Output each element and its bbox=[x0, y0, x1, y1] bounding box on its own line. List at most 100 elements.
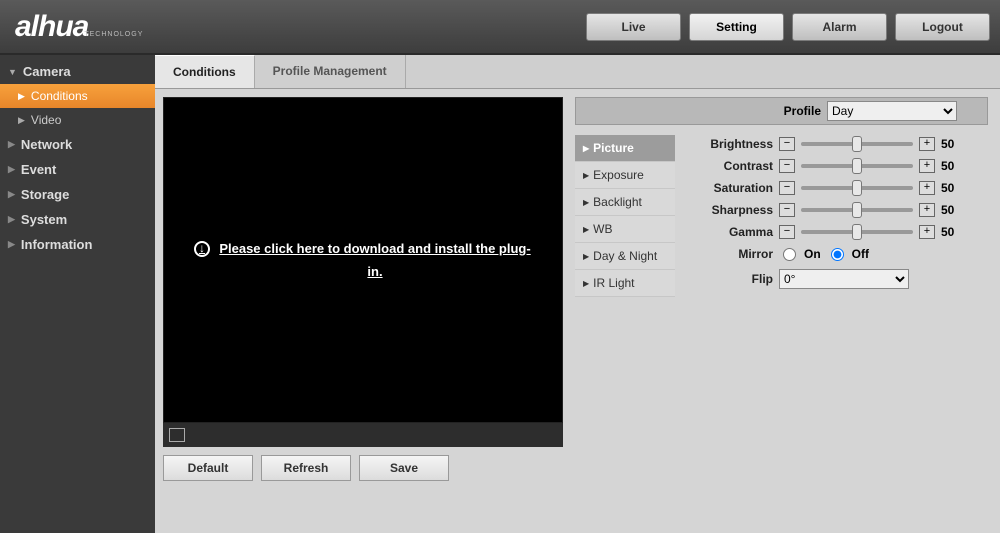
saturation-slider[interactable] bbox=[801, 186, 913, 190]
chevron-right-icon: ▶ bbox=[18, 91, 25, 102]
picture-controls: Brightness−+50Contrast−+50Saturation−+50… bbox=[695, 135, 988, 297]
gamma-slider-thumb[interactable] bbox=[852, 224, 862, 240]
refresh-button[interactable]: Refresh bbox=[261, 455, 351, 481]
mirror-label: Mirror bbox=[695, 247, 773, 261]
subnav-label: Picture bbox=[593, 141, 634, 155]
sidebar-label: Event bbox=[21, 162, 56, 177]
subnav-backlight[interactable]: ▶ Backlight bbox=[575, 189, 675, 216]
gamma-field: Gamma−+50 bbox=[695, 225, 988, 239]
brightness-value: 50 bbox=[941, 137, 961, 151]
chevron-right-icon: ▶ bbox=[583, 198, 589, 207]
contrast-value: 50 bbox=[941, 159, 961, 173]
chevron-right-icon: ▶ bbox=[583, 144, 589, 153]
subnav-label: Backlight bbox=[593, 195, 642, 209]
brand-name: alhua bbox=[15, 10, 88, 44]
sharpness-slider-thumb[interactable] bbox=[852, 202, 862, 218]
header: alhua TECHNOLOGY Live Setting Alarm Logo… bbox=[0, 0, 1000, 55]
flip-field: Flip 0°90°180°270° bbox=[695, 269, 988, 289]
tabbar: Conditions Profile Management bbox=[155, 55, 1000, 89]
nav-alarm[interactable]: Alarm bbox=[792, 13, 887, 41]
saturation-slider-thumb[interactable] bbox=[852, 180, 862, 196]
profile-bar: Profile DayNightNormal bbox=[575, 97, 988, 125]
subnav-label: WB bbox=[593, 222, 612, 236]
subnav-label: IR Light bbox=[593, 276, 634, 290]
settings-column: Profile DayNightNormal ▶Picture ▶Exposur… bbox=[575, 89, 1000, 533]
saturation-label: Saturation bbox=[695, 181, 773, 195]
profile-select[interactable]: DayNightNormal bbox=[827, 101, 957, 121]
default-button[interactable]: Default bbox=[163, 455, 253, 481]
subnav-ir-light[interactable]: ▶ IR Light bbox=[575, 270, 675, 297]
chevron-right-icon: ▶ bbox=[8, 239, 15, 250]
sharpness-decrement[interactable]: − bbox=[779, 203, 795, 217]
contrast-slider[interactable] bbox=[801, 164, 913, 168]
sidebar-label: Storage bbox=[21, 187, 69, 202]
mirror-field: MirrorOnOff bbox=[695, 247, 988, 261]
chevron-right-icon: ▶ bbox=[583, 252, 589, 261]
chevron-down-icon: ▼ bbox=[8, 67, 17, 77]
subnav-picture[interactable]: ▶ Picture bbox=[575, 135, 675, 162]
contrast-label: Contrast bbox=[695, 159, 773, 173]
flip-select[interactable]: 0°90°180°270° bbox=[779, 269, 909, 289]
video-toolbar bbox=[163, 423, 563, 447]
settings-subnav: ▶Picture ▶Exposure ▶Backlight ▶WB ▶Day &… bbox=[575, 135, 675, 297]
tab-conditions[interactable]: Conditions bbox=[155, 55, 255, 88]
fullscreen-icon[interactable] bbox=[169, 428, 185, 442]
chevron-right-icon: ▶ bbox=[18, 115, 25, 126]
contrast-decrement[interactable]: − bbox=[779, 159, 795, 173]
brightness-slider-thumb[interactable] bbox=[852, 136, 862, 152]
gamma-slider[interactable] bbox=[801, 230, 913, 234]
plugin-download-link[interactable]: ↓ Please click here to download and inst… bbox=[164, 237, 562, 284]
chevron-right-icon: ▶ bbox=[583, 225, 589, 234]
sidebar-label: Network bbox=[21, 137, 72, 152]
saturation-increment[interactable]: + bbox=[919, 181, 935, 195]
sharpness-increment[interactable]: + bbox=[919, 203, 935, 217]
sidebar-label: Information bbox=[21, 237, 93, 252]
saturation-decrement[interactable]: − bbox=[779, 181, 795, 195]
nav-logout[interactable]: Logout bbox=[895, 13, 990, 41]
action-buttons: Default Refresh Save bbox=[163, 455, 575, 481]
gamma-increment[interactable]: + bbox=[919, 225, 935, 239]
brand-subtitle: TECHNOLOGY bbox=[84, 31, 143, 38]
sidebar-item-storage[interactable]: ▶ Storage bbox=[0, 182, 155, 207]
sidebar-sub-label: Video bbox=[31, 113, 61, 127]
mirror-off-radio[interactable] bbox=[831, 248, 844, 261]
contrast-increment[interactable]: + bbox=[919, 159, 935, 173]
sidebar-label: Camera bbox=[23, 64, 71, 79]
sidebar-item-information[interactable]: ▶ Information bbox=[0, 232, 155, 257]
sidebar-sub-conditions[interactable]: ▶ Conditions bbox=[0, 84, 155, 108]
sidebar-item-camera[interactable]: ▼ Camera bbox=[0, 59, 155, 84]
brightness-increment[interactable]: + bbox=[919, 137, 935, 151]
brightness-decrement[interactable]: − bbox=[779, 137, 795, 151]
mirror-off-label: Off bbox=[852, 247, 869, 261]
video-preview[interactable]: ↓ Please click here to download and inst… bbox=[163, 97, 563, 423]
chevron-right-icon: ▶ bbox=[583, 279, 589, 288]
save-button[interactable]: Save bbox=[359, 455, 449, 481]
sharpness-slider[interactable] bbox=[801, 208, 913, 212]
brand-logo: alhua TECHNOLOGY bbox=[15, 10, 143, 44]
subnav-label: Day & Night bbox=[593, 249, 657, 263]
subnav-day-night[interactable]: ▶ Day & Night bbox=[575, 243, 675, 270]
plugin-msg-text: Please click here to download and instal… bbox=[218, 237, 532, 284]
chevron-right-icon: ▶ bbox=[8, 189, 15, 200]
sidebar-sub-video[interactable]: ▶ Video bbox=[0, 108, 155, 132]
mirror-on-radio[interactable] bbox=[783, 248, 796, 261]
sharpness-field: Sharpness−+50 bbox=[695, 203, 988, 217]
nav-setting[interactable]: Setting bbox=[689, 13, 784, 41]
chevron-right-icon: ▶ bbox=[8, 139, 15, 150]
brightness-slider[interactable] bbox=[801, 142, 913, 146]
flip-label: Flip bbox=[695, 272, 773, 286]
tab-profile-management[interactable]: Profile Management bbox=[255, 55, 406, 88]
nav-live[interactable]: Live bbox=[586, 13, 681, 41]
sidebar-item-system[interactable]: ▶System bbox=[0, 207, 155, 232]
brightness-label: Brightness bbox=[695, 137, 773, 151]
contrast-slider-thumb[interactable] bbox=[852, 158, 862, 174]
profile-label: Profile bbox=[784, 104, 821, 118]
subnav-wb[interactable]: ▶ WB bbox=[575, 216, 675, 243]
sidebar-item-network[interactable]: ▶ Network bbox=[0, 132, 155, 157]
subnav-exposure[interactable]: ▶Exposure bbox=[575, 162, 675, 189]
subnav-label: Exposure bbox=[593, 168, 644, 182]
download-icon: ↓ bbox=[194, 241, 210, 257]
sidebar-sub-label: Conditions bbox=[31, 89, 88, 103]
sidebar-item-event[interactable]: ▶Event bbox=[0, 157, 155, 182]
gamma-decrement[interactable]: − bbox=[779, 225, 795, 239]
